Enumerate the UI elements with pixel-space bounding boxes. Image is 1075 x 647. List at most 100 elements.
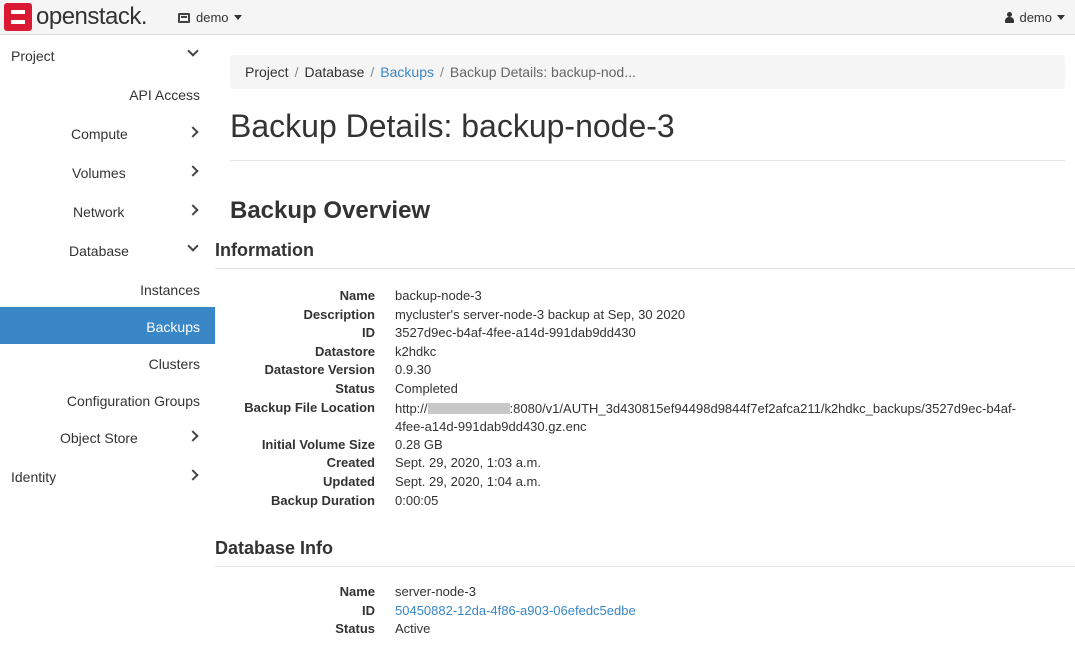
user-menu[interactable]: demo xyxy=(1005,10,1065,25)
info-value: http://:8080/v1/AUTH_3d430815ef94498d984… xyxy=(395,400,1040,437)
project-name: demo xyxy=(196,10,229,25)
sidebar-item-volumes[interactable]: Volumes xyxy=(0,153,215,192)
dbinfo-value: Active xyxy=(395,621,431,637)
chevron-down-icon xyxy=(187,240,199,252)
sidebar-item-label: Volumes xyxy=(72,165,126,181)
dbinfo-value: server-node-3 xyxy=(395,584,476,599)
sidebar-item-label: Identity xyxy=(11,469,57,485)
sidebar-item-label: Object Store xyxy=(60,430,138,446)
info-row-status: Status Completed xyxy=(215,381,1075,400)
sidebar-item-configuration-groups[interactable]: Configuration Groups xyxy=(0,381,215,418)
sidebar-item-database[interactable]: Database xyxy=(0,231,215,270)
sidebar-item-clusters[interactable]: Clusters xyxy=(0,344,215,381)
info-value: 0.28 GB xyxy=(395,436,443,452)
openstack-logo[interactable]: openstack. xyxy=(4,3,148,31)
database-info-list: Name server-node-3 ID 50450882-12da-4f86… xyxy=(215,584,1075,640)
sidebar-item-label: Network xyxy=(73,204,125,220)
caret-down-icon xyxy=(1057,15,1065,20)
info-value: Completed xyxy=(395,380,458,396)
database-info-heading: Database Info xyxy=(215,538,334,558)
sidebar-item-compute[interactable]: Compute xyxy=(0,114,215,153)
page-title: Backup Details: backup-node-3 xyxy=(230,108,675,144)
info-value: backup-node-3 xyxy=(395,288,482,303)
info-row-name: Name backup-node-3 xyxy=(215,288,1075,307)
breadcrumb-database: Database xyxy=(304,64,365,80)
sidebar-item-label: Backups xyxy=(146,319,200,335)
brand-name: openstack. xyxy=(36,3,148,30)
info-label: Created xyxy=(326,455,375,471)
info-label: Updated xyxy=(323,473,375,489)
openstack-logo-icon xyxy=(4,3,32,31)
info-label: Backup File Location xyxy=(244,399,375,415)
breadcrumb: Project / Database / Backups / Backup De… xyxy=(230,55,1065,89)
divider xyxy=(215,566,1075,567)
info-value: 0:00:05 xyxy=(395,492,439,508)
dbinfo-row-name: Name server-node-3 xyxy=(215,584,1075,603)
sidebar-item-label: Configuration Groups xyxy=(66,393,200,409)
overview-heading: Backup Overview xyxy=(230,197,431,224)
info-row-datastore: Datastore k2hdkc xyxy=(215,344,1075,363)
dbinfo-label: ID xyxy=(362,602,375,618)
dbinfo-row-status: Status Active xyxy=(215,621,1075,640)
divider xyxy=(215,268,1075,269)
sidebar-item-label: Instances xyxy=(140,282,200,298)
divider xyxy=(230,160,1065,161)
breadcrumb-separator: / xyxy=(294,64,299,80)
dbinfo-label: Name xyxy=(339,584,375,599)
info-row-datastore-version: Datastore Version 0.9.30 xyxy=(215,362,1075,381)
sidebar-item-label: API Access xyxy=(129,87,200,103)
dbinfo-label: Status xyxy=(335,621,375,637)
info-label: Status xyxy=(335,380,375,396)
instance-id-link[interactable]: 50450882-12da-4f86-a903-06efedc5edbe xyxy=(395,603,636,618)
sidebar-item-identity[interactable]: Identity xyxy=(0,457,215,496)
info-row-backup-file-location: Backup File Location http://:8080/v1/AUT… xyxy=(215,400,1075,437)
user-name: demo xyxy=(1019,10,1052,25)
chevron-right-icon xyxy=(187,165,199,177)
sidebar: Project API Access Compute Volumes Netwo… xyxy=(0,36,215,496)
sidebar-item-label: Project xyxy=(11,48,55,64)
project-switcher[interactable]: demo xyxy=(178,10,242,25)
breadcrumb-separator: / xyxy=(440,64,444,80)
info-label: Initial Volume Size xyxy=(261,436,375,452)
info-value: Sept. 29, 2020, 1:04 a.m. xyxy=(395,473,541,489)
info-label: Backup Duration xyxy=(270,492,375,508)
sidebar-item-instances[interactable]: Instances xyxy=(0,270,215,307)
info-label: Description xyxy=(303,306,375,322)
project-icon xyxy=(178,12,190,23)
chevron-right-icon xyxy=(187,204,199,216)
sidebar-item-project[interactable]: Project xyxy=(0,36,215,75)
info-row-initial-volume-size: Initial Volume Size 0.28 GB xyxy=(215,437,1075,456)
chevron-right-icon xyxy=(187,469,199,481)
info-label: Datastore xyxy=(315,343,375,359)
breadcrumb-backups-link[interactable]: Backups xyxy=(380,64,434,80)
info-row-id: ID 3527d9ec-b4af-4fee-a14d-991dab9dd430 xyxy=(215,325,1075,344)
info-value: k2hdkc xyxy=(395,343,437,359)
sidebar-item-object-store[interactable]: Object Store xyxy=(0,418,215,457)
sidebar-item-backups[interactable]: Backups xyxy=(0,307,215,344)
info-value: 0.9.30 xyxy=(395,362,432,378)
breadcrumb-separator: / xyxy=(370,64,375,80)
info-label: Name xyxy=(339,288,375,303)
info-value: 3527d9ec-b4af-4fee-a14d-991dab9dd430 xyxy=(395,325,636,341)
sidebar-item-label: Clusters xyxy=(148,356,200,372)
caret-down-icon xyxy=(233,15,242,20)
sidebar-item-label: Database xyxy=(69,243,129,259)
chevron-right-icon xyxy=(187,430,199,442)
breadcrumb-project: Project xyxy=(245,64,289,80)
sidebar-item-api-access[interactable]: API Access xyxy=(0,75,215,114)
info-row-created: Created Sept. 29, 2020, 1:03 a.m. xyxy=(215,455,1075,474)
sidebar-item-network[interactable]: Network xyxy=(0,192,215,231)
user-icon xyxy=(1005,12,1015,23)
info-value: Sept. 29, 2020, 1:03 a.m. xyxy=(395,455,541,471)
sidebar-item-label: Compute xyxy=(71,126,128,142)
information-heading: Information xyxy=(215,240,314,260)
breadcrumb-current: Backup Details: backup-nod... xyxy=(449,64,636,80)
info-label: ID xyxy=(362,325,375,341)
info-label: Datastore Version xyxy=(264,362,375,378)
location-prefix: http:// xyxy=(395,400,428,416)
chevron-down-icon xyxy=(187,45,199,57)
info-value: mycluster's server-node-3 backup at Sep,… xyxy=(395,306,686,322)
top-navbar: openstack. demo demo xyxy=(0,0,1075,35)
redacted-host xyxy=(427,402,510,414)
info-row-description: Description mycluster's server-node-3 ba… xyxy=(215,307,1075,326)
